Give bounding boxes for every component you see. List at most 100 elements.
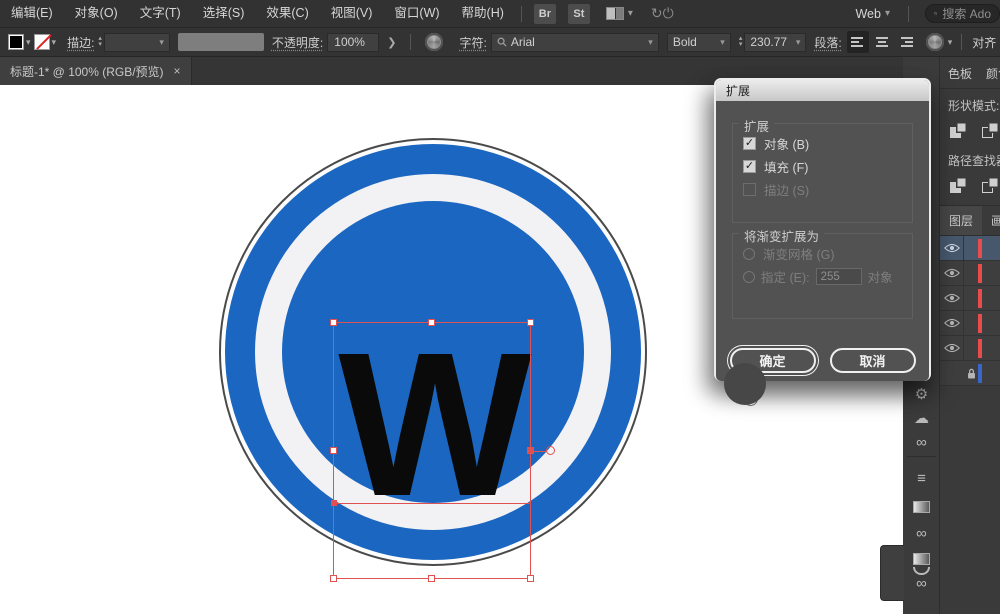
layers-panel-tabs: 图层 画板 bbox=[940, 205, 1000, 236]
tab-layers[interactable]: 图层 bbox=[940, 206, 982, 235]
selection-handle[interactable] bbox=[330, 319, 337, 326]
workspace-layout-icon[interactable] bbox=[606, 7, 624, 20]
chevron-down-icon[interactable]: ▾ bbox=[52, 37, 57, 48]
menubar-right: Web ▾ 搜索 Ado bbox=[847, 4, 1000, 23]
layer-color-bar bbox=[978, 339, 982, 358]
menu-window[interactable]: 窗口(W) bbox=[383, 0, 450, 27]
checkbox-checked-icon[interactable]: ✓ bbox=[743, 160, 756, 173]
stroke-weight-stepper[interactable]: ▴▾ bbox=[98, 36, 102, 48]
font-style-combo[interactable]: Bold ▾ bbox=[667, 33, 731, 52]
empty-visibility-cell[interactable] bbox=[940, 361, 964, 385]
trim-icon[interactable] bbox=[982, 177, 1000, 193]
opacity-panel-arrow-icon[interactable]: ❯ bbox=[387, 36, 396, 49]
width-profile-dropdown[interactable] bbox=[178, 33, 264, 51]
font-size-stepper[interactable]: ▴▾ bbox=[739, 36, 743, 48]
selection-handle[interactable] bbox=[330, 447, 337, 454]
document-tab[interactable]: 标题-1* @ 100% (RGB/预览) × bbox=[0, 57, 192, 85]
option-object[interactable]: ✓ 对象 (B) bbox=[743, 132, 902, 155]
stroke-weight-combo[interactable]: ▾ bbox=[104, 33, 170, 52]
chevron-down-icon: ▾ bbox=[720, 37, 725, 48]
creative-cloud-icon[interactable]: ☁ bbox=[903, 409, 940, 427]
control-bar: ▾ ▾ 描边: ▴▾ ▾ 不透明度: 100% ❯ 字符: Arial ▾ Bo… bbox=[0, 27, 1000, 57]
visibility-eye-icon[interactable] bbox=[940, 261, 964, 285]
menu-effect[interactable]: 效果(C) bbox=[255, 0, 319, 27]
selection-handle[interactable] bbox=[330, 575, 337, 582]
layer-row[interactable] bbox=[940, 336, 1000, 361]
align-center-button[interactable] bbox=[871, 31, 893, 53]
search-input[interactable]: 搜索 Ado bbox=[925, 4, 1000, 23]
layer-color-bar bbox=[978, 239, 982, 258]
font-size-combo[interactable]: 230.77 ▾ bbox=[744, 33, 806, 52]
layer-color-bar bbox=[978, 314, 982, 333]
opacity-value: 100% bbox=[334, 35, 365, 49]
paragraph-label[interactable]: 段落: bbox=[814, 34, 841, 51]
align-right-button[interactable] bbox=[895, 31, 917, 53]
checkbox-checked-icon[interactable]: ✓ bbox=[743, 137, 756, 150]
option-specify: 指定 (E): 255 对象 bbox=[743, 265, 902, 288]
lock-icon[interactable] bbox=[966, 367, 977, 380]
visibility-eye-icon[interactable] bbox=[940, 236, 964, 260]
align-left-button[interactable] bbox=[847, 31, 869, 53]
visibility-eye-icon[interactable] bbox=[940, 311, 964, 335]
visibility-eye-icon[interactable] bbox=[940, 336, 964, 360]
minus-front-icon[interactable] bbox=[982, 122, 1000, 138]
stock-button[interactable]: St bbox=[568, 4, 590, 24]
selection-handle[interactable] bbox=[428, 319, 435, 326]
dialog-title-bar[interactable]: 扩展 bbox=[716, 80, 929, 101]
fill-color-swatch[interactable] bbox=[8, 34, 24, 50]
menu-object[interactable]: 对象(O) bbox=[64, 0, 129, 27]
chevron-down-icon[interactable]: ▾ bbox=[628, 8, 633, 19]
search-icon bbox=[934, 8, 937, 19]
recolor-artwork-icon[interactable] bbox=[425, 33, 443, 51]
option-fill[interactable]: ✓ 填充 (F) bbox=[743, 155, 902, 178]
gear-icon[interactable]: ⚙ bbox=[903, 385, 940, 403]
cancel-button[interactable]: 取消 bbox=[830, 348, 916, 373]
link-icon[interactable]: ∞ bbox=[903, 434, 940, 451]
swatch-panel-icon[interactable] bbox=[913, 553, 930, 565]
opacity-value-field[interactable]: 100% bbox=[327, 33, 379, 52]
layer-row[interactable] bbox=[940, 311, 1000, 336]
divide-icon[interactable] bbox=[950, 177, 968, 193]
close-icon[interactable]: × bbox=[174, 64, 181, 78]
gradient-panel-icon[interactable] bbox=[913, 501, 930, 513]
chevron-down-icon[interactable]: ▾ bbox=[948, 37, 953, 48]
workspace-switcher[interactable]: Web ▾ bbox=[847, 7, 902, 21]
selection-handle[interactable] bbox=[527, 575, 534, 582]
color-wheel-icon[interactable] bbox=[926, 33, 944, 51]
collapsed-panel-tab[interactable] bbox=[880, 545, 904, 601]
bridge-button[interactable]: Br bbox=[534, 4, 556, 24]
baseline-anchor-point[interactable] bbox=[331, 500, 337, 506]
selection-handle[interactable] bbox=[527, 319, 534, 326]
tab-color[interactable]: 颜色 bbox=[986, 65, 1000, 82]
menu-view[interactable]: 视图(V) bbox=[320, 0, 384, 27]
menu-select[interactable]: 选择(S) bbox=[192, 0, 256, 27]
font-family-combo[interactable]: Arial ▾ bbox=[491, 33, 659, 52]
stroke-color-swatch[interactable] bbox=[34, 34, 50, 50]
menu-lines-icon[interactable]: ≡ bbox=[903, 470, 940, 487]
text-out-port[interactable] bbox=[546, 446, 555, 455]
layer-row-locked[interactable] bbox=[940, 361, 1000, 386]
selection-bounding-box[interactable] bbox=[333, 322, 531, 579]
layer-row[interactable] bbox=[940, 236, 1000, 261]
sync-status-icon: ↻⏻ bbox=[651, 5, 674, 22]
menu-type[interactable]: 文字(T) bbox=[129, 0, 192, 27]
visibility-eye-icon[interactable] bbox=[940, 286, 964, 310]
layer-row[interactable] bbox=[940, 261, 1000, 286]
tab-artboards[interactable]: 画板 bbox=[982, 206, 1000, 235]
character-label[interactable]: 字符: bbox=[459, 34, 486, 51]
layer-row[interactable] bbox=[940, 286, 1000, 311]
link-icon[interactable]: ∞ bbox=[903, 575, 940, 592]
unite-icon[interactable] bbox=[950, 122, 968, 138]
selection-handle[interactable] bbox=[428, 575, 435, 582]
link-icon[interactable]: ∞ bbox=[903, 525, 940, 542]
opacity-label[interactable]: 不透明度: bbox=[272, 34, 323, 51]
menu-help[interactable]: 帮助(H) bbox=[451, 0, 515, 27]
stroke-label[interactable]: 描边: bbox=[67, 34, 94, 51]
panel-column: 色板 颜色 形状模式: 路径查找器: 图层 画板 bbox=[940, 57, 1000, 614]
chevron-down-icon[interactable]: ▾ bbox=[26, 37, 31, 48]
expand-options-group: 扩展 ✓ 对象 (B) ✓ 填充 (F) 描边 (S) bbox=[732, 123, 913, 223]
menu-edit[interactable]: 编辑(E) bbox=[0, 0, 64, 27]
align-panel-label[interactable]: 对齐 bbox=[972, 34, 996, 51]
option-gradient-mesh: 渐变网格 (G) bbox=[743, 242, 902, 265]
tab-swatches[interactable]: 色板 bbox=[948, 65, 972, 82]
